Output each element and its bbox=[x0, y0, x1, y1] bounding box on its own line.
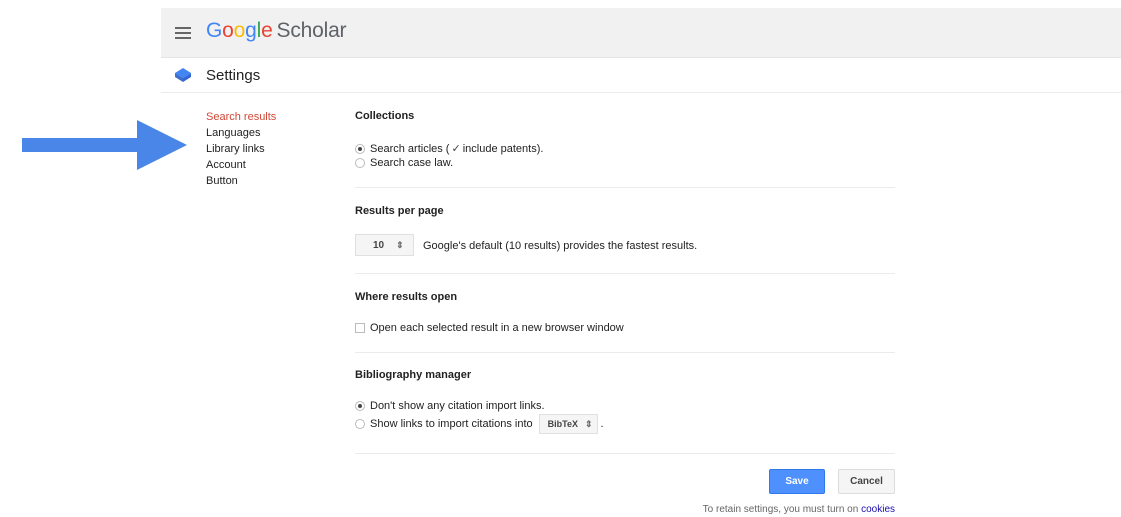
show-citation-radio[interactable] bbox=[355, 419, 365, 429]
results-per-page-select[interactable]: 10 ⇕ bbox=[355, 234, 414, 256]
settings-header: Settings bbox=[161, 58, 1121, 93]
collections-title: Collections bbox=[355, 110, 415, 122]
where-results-open-title: Where results open bbox=[355, 291, 458, 303]
option-no-citation-links[interactable]: Don't show any citation import links. bbox=[355, 400, 545, 412]
cancel-button[interactable]: Cancel bbox=[838, 469, 895, 494]
save-button[interactable]: Save bbox=[769, 469, 825, 494]
results-per-page-title: Results per page bbox=[355, 205, 444, 217]
google-scholar-logo[interactable]: Google Scholar bbox=[206, 19, 347, 43]
settings-diamond-icon bbox=[175, 68, 191, 82]
results-per-page-value: 10 bbox=[373, 239, 385, 251]
section-divider bbox=[355, 352, 895, 353]
page-title: Settings bbox=[206, 67, 261, 84]
app-header: Google Scholar bbox=[161, 8, 1121, 58]
settings-sidebar: Search results Languages Library links A… bbox=[206, 109, 276, 189]
cookies-link[interactable]: cookies bbox=[861, 504, 895, 515]
section-divider bbox=[355, 187, 895, 188]
select-arrows-icon: ⇕ bbox=[396, 239, 404, 250]
include-patents-checkbox[interactable]: ✓ bbox=[451, 142, 460, 155]
arrow-right-icon bbox=[22, 120, 187, 170]
option-new-window[interactable]: Open each selected result in a new brows… bbox=[355, 322, 624, 334]
product-name: Scholar bbox=[276, 19, 347, 42]
sidebar-item-library-links[interactable]: Library links bbox=[206, 141, 276, 157]
select-arrows-icon: ⇕ bbox=[584, 418, 593, 429]
option-show-citation-links[interactable]: Show links to import citations into BibT… bbox=[355, 414, 604, 434]
new-window-label: Open each selected result in a new brows… bbox=[370, 322, 624, 334]
retain-settings-text: To retain settings, you must turn on bbox=[702, 504, 862, 515]
sidebar-item-account[interactable]: Account bbox=[206, 157, 276, 173]
citation-format-value: BibTeX bbox=[547, 419, 578, 429]
sidebar-item-button[interactable]: Button bbox=[206, 173, 276, 189]
search-articles-radio[interactable] bbox=[355, 143, 365, 154]
citation-trailing: . bbox=[600, 418, 604, 430]
sidebar-item-search-results[interactable]: Search results bbox=[206, 109, 276, 125]
sidebar-item-languages[interactable]: Languages bbox=[206, 125, 276, 141]
show-citation-label: Show links to import citations into bbox=[370, 418, 533, 430]
results-per-page-hint: Google's default (10 results) provides t… bbox=[423, 240, 698, 252]
bibliography-manager-title: Bibliography manager bbox=[355, 369, 472, 381]
no-citation-radio[interactable] bbox=[355, 401, 365, 411]
option-case-law[interactable]: Search case law. bbox=[355, 157, 453, 169]
section-divider bbox=[355, 273, 895, 274]
case-law-radio[interactable] bbox=[355, 158, 365, 168]
retain-settings-note: To retain settings, you must turn on coo… bbox=[703, 504, 895, 515]
new-window-checkbox[interactable] bbox=[355, 323, 365, 333]
no-citation-label: Don't show any citation import links. bbox=[370, 400, 545, 412]
hamburger-icon[interactable] bbox=[175, 27, 191, 39]
section-divider bbox=[355, 453, 895, 454]
citation-format-select[interactable]: BibTeX ⇕ bbox=[538, 414, 598, 434]
option-search-articles[interactable]: Search articles (✓ include patents). bbox=[355, 142, 543, 155]
search-articles-label-prefix: Search articles ( bbox=[370, 142, 450, 155]
case-law-label: Search case law. bbox=[370, 157, 454, 169]
search-articles-label-suffix: include patents). bbox=[462, 142, 544, 155]
